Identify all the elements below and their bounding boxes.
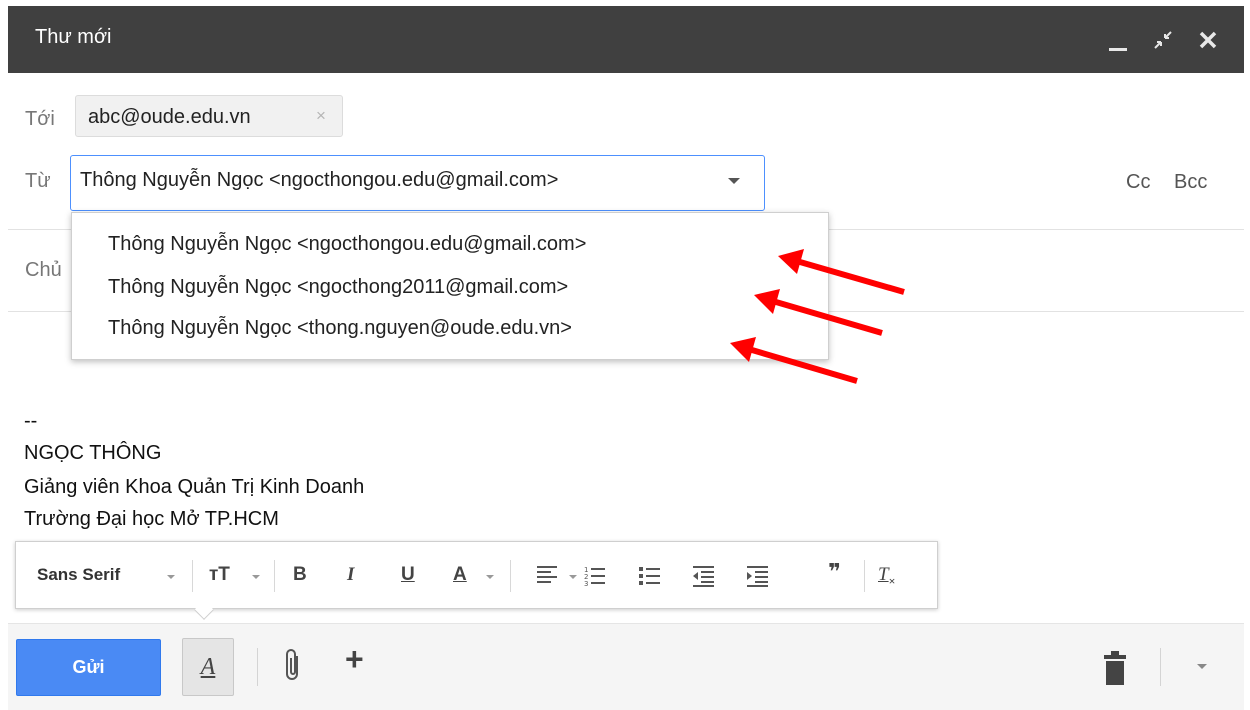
toolbar-separator <box>1160 648 1161 686</box>
toolbar-separator <box>510 560 511 592</box>
more-insert-options-icon[interactable]: + <box>345 641 364 678</box>
compose-bottom-bar: Gửi A + <box>8 623 1244 710</box>
compose-title-bar[interactable]: Thư mới <box>8 6 1244 73</box>
bulleted-list-icon[interactable] <box>639 565 661 592</box>
subject-label: Chủ <box>25 259 62 281</box>
clear-formatting-icon[interactable]: T× <box>878 563 895 593</box>
recipient-email: abc@oude.edu.vn <box>88 106 251 128</box>
formatting-options-button[interactable]: A <box>182 638 234 696</box>
signature-line: Giảng viên Khoa Quản Trị Kinh Doanh <box>24 476 365 498</box>
toolbar-separator <box>864 560 865 592</box>
svg-text:3: 3 <box>584 580 588 587</box>
trash-icon[interactable] <box>1104 651 1126 685</box>
align-icon[interactable] <box>537 565 559 590</box>
chevron-down-icon[interactable] <box>1197 664 1207 669</box>
signature-line: -- <box>24 410 38 432</box>
popout-icon[interactable] <box>1145 20 1181 60</box>
recipient-chip[interactable]: abc@oude.edu.vn × <box>75 95 343 137</box>
toolbar-separator <box>192 560 193 592</box>
cc-link[interactable]: Cc <box>1126 171 1150 194</box>
italic-button[interactable]: I <box>347 563 354 587</box>
chevron-down-icon[interactable] <box>486 575 494 579</box>
signature-line: NGỌC THÔNG <box>24 442 162 464</box>
numbered-list-icon[interactable]: 123 <box>584 565 606 592</box>
toolbar-pointer <box>194 600 214 620</box>
chevron-down-icon[interactable] <box>728 178 740 184</box>
close-icon[interactable] <box>1190 20 1226 60</box>
from-selected-value: Thông Nguyễn Ngọc <ngocthongou.edu@gmail… <box>80 169 559 191</box>
remove-recipient-icon[interactable]: × <box>316 106 326 126</box>
toolbar-separator <box>257 648 258 686</box>
bold-button[interactable]: B <box>293 563 307 587</box>
bcc-link[interactable]: Bcc <box>1174 171 1207 194</box>
from-label: Từ <box>25 170 51 192</box>
from-option[interactable]: Thông Nguyễn Ngọc <thong.nguyen@oude.edu… <box>108 317 572 340</box>
font-family-select[interactable]: Sans Serif <box>37 563 120 587</box>
signature-line: Trường Đại học Mở TP.HCM <box>24 508 279 530</box>
chevron-down-icon[interactable] <box>569 575 577 579</box>
from-option[interactable]: Thông Nguyễn Ngọc <ngocthong2011@gmail.c… <box>108 276 568 299</box>
send-button[interactable]: Gửi <box>16 639 161 696</box>
to-label: Tới <box>25 108 55 130</box>
font-size-icon[interactable]: тT <box>209 563 230 587</box>
from-select[interactable]: Thông Nguyễn Ngọc <ngocthongou.edu@gmail… <box>70 155 765 211</box>
underline-button[interactable]: U <box>401 563 415 587</box>
toolbar-separator <box>274 560 275 592</box>
from-dropdown-menu: Thông Nguyễn Ngọc <ngocthongou.edu@gmail… <box>71 212 829 360</box>
attach-icon[interactable] <box>285 648 301 684</box>
indent-more-icon[interactable] <box>747 565 769 592</box>
text-color-button[interactable]: A <box>453 563 467 587</box>
formatting-toolbar: Sans Serif тT B I U A 123 ❞ T× <box>15 541 938 620</box>
chevron-down-icon[interactable] <box>167 575 175 579</box>
compose-title: Thư mới <box>35 26 112 48</box>
chevron-down-icon[interactable] <box>252 575 260 579</box>
from-option[interactable]: Thông Nguyễn Ngọc <ngocthongou.edu@gmail… <box>108 233 586 256</box>
minimize-icon[interactable] <box>1100 20 1136 60</box>
indent-less-icon[interactable] <box>693 565 715 592</box>
clear-formatting-glyph: T <box>878 564 889 585</box>
quote-icon[interactable]: ❞ <box>828 560 841 584</box>
